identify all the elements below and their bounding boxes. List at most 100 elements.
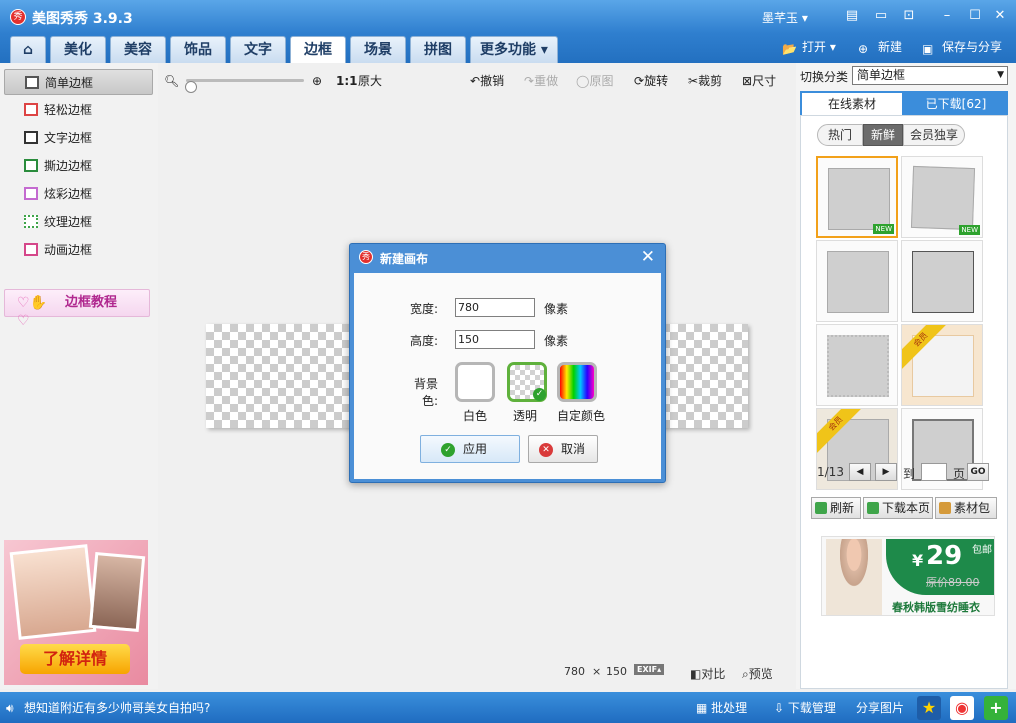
sidebar-item-label: 轻松边框	[44, 103, 93, 117]
skin-icon[interactable]: ▤	[843, 7, 861, 25]
zoom-in-icon[interactable]: ⊕	[312, 73, 322, 89]
refresh-button[interactable]: 刷新	[811, 497, 861, 519]
sidebar-item-animated[interactable]: 动画边框	[4, 237, 153, 263]
frame-preview	[828, 168, 890, 230]
speaker-icon: 🔊︎	[6, 701, 14, 715]
resize-button[interactable]: ⊠尺寸	[742, 73, 776, 89]
frame-thumbnail[interactable]	[816, 240, 898, 322]
frame-thumbnail[interactable]: NEW	[901, 156, 983, 238]
redo-button[interactable]: ↷重做	[524, 73, 558, 89]
batch-process-button[interactable]: ▦ 批处理	[696, 700, 747, 716]
save-share-button[interactable]: ▣ 保存与分享	[922, 38, 1002, 56]
zoom-slider[interactable]	[185, 79, 304, 93]
frame-thumbnail[interactable]: 会员	[901, 324, 983, 406]
preview-label: 预览	[748, 667, 773, 681]
close-icon[interactable]: ✕	[991, 7, 1009, 25]
user-menu[interactable]: 墨芊玉 ▾	[762, 9, 808, 26]
tab-collage[interactable]: 拼图	[410, 36, 466, 63]
chevron-down-icon: ▼	[997, 70, 1004, 80]
promo-slogan: 春秋韩版雪纺睡衣	[892, 601, 980, 614]
tab-beautify[interactable]: 美化	[50, 36, 106, 63]
width-input[interactable]: 780	[455, 298, 535, 317]
minimize-icon[interactable]: –	[938, 7, 956, 25]
sidebar-item-texture[interactable]: 纹理边框	[4, 209, 153, 235]
zoom-slider-handle[interactable]	[185, 81, 198, 93]
sidebar-item-torn[interactable]: 撕边边框	[4, 153, 153, 179]
open-button[interactable]: 📂 打开 ▾	[782, 38, 836, 56]
tab-more[interactable]: 更多功能 ▾	[470, 36, 558, 63]
learn-more-button[interactable]: 了解详情	[20, 644, 130, 674]
tab-scene[interactable]: 场景	[350, 36, 406, 63]
page-number-input[interactable]	[921, 463, 947, 481]
photo-thumbnail	[9, 544, 97, 640]
original-image-button[interactable]: ◯原图	[576, 73, 613, 89]
sidebar-item-simple[interactable]: 简单边框	[4, 69, 153, 95]
app-logo-icon: 秀	[10, 9, 26, 25]
canvas-toolbar: 🔍︎ ⊕ 1:1 原大 ↶撤销 ↷重做 ◯原图 ⟳旋转 ✂裁剪 ⊠尺寸	[158, 71, 796, 93]
filter-hot[interactable]: 热门	[817, 124, 863, 146]
promo-link[interactable]: 想知道附近有多少帅哥美女自拍吗?	[24, 700, 210, 716]
sidebar-item-label: 动画边框	[44, 243, 93, 257]
new-badge: NEW	[959, 225, 980, 235]
sidebar-item-label: 纹理边框	[44, 215, 93, 229]
promo-banner-right[interactable]: ¥ 29 包邮 原价89.00 春秋韩版雪纺睡衣	[821, 536, 995, 616]
tab-home[interactable]: ⌂	[10, 36, 46, 63]
preview-button[interactable]: ⌕预览	[742, 665, 773, 682]
next-page-button[interactable]: ▶	[875, 463, 897, 481]
menu-icon[interactable]: ⊡	[900, 7, 918, 25]
tab-beauty[interactable]: 美容	[110, 36, 166, 63]
frame-thumbnail[interactable]	[901, 240, 983, 322]
original-size-button[interactable]: 原大	[358, 73, 382, 89]
frame-thumbnail[interactable]: NEW	[816, 156, 898, 238]
feedback-icon[interactable]: ▭	[872, 7, 890, 25]
height-input[interactable]: 150	[455, 330, 535, 349]
promo-banner-left[interactable]: 了解详情	[4, 540, 148, 685]
actual-size-ratio[interactable]: 1:1	[336, 73, 358, 89]
cancel-button[interactable]: ✕ 取消	[528, 435, 598, 463]
star-icon[interactable]: ★	[917, 696, 941, 720]
bg-transparent-option[interactable]: ✓	[507, 362, 547, 402]
dialog-close-icon[interactable]: ✕	[641, 247, 655, 267]
download-page-button[interactable]: 下载本页	[863, 497, 933, 519]
tab-frame[interactable]: 边框	[290, 36, 346, 63]
frame-thumbnail[interactable]	[816, 324, 898, 406]
share-image-button[interactable]: 分享图片	[856, 700, 904, 716]
compare-button[interactable]: ◧对比	[690, 665, 725, 682]
bg-custom-color-option[interactable]	[557, 362, 597, 402]
sidebar-item-label: 炫彩边框	[44, 187, 93, 201]
exif-button[interactable]: EXIF▴	[634, 664, 665, 675]
rotate-button[interactable]: ⟳旋转	[634, 73, 668, 89]
zoom-out-icon[interactable]: 🔍︎	[164, 73, 179, 89]
crop-button[interactable]: ✂裁剪	[688, 73, 722, 89]
undo-label: 撤销	[480, 74, 505, 88]
home-icon: ⌂	[22, 42, 34, 58]
frame-tutorial-button[interactable]: ♡✋♡ 边框教程	[4, 289, 150, 329]
bg-transparent-label: 透明	[512, 409, 537, 423]
filter-fresh[interactable]: 新鲜	[863, 124, 903, 146]
sidebar-item-easy[interactable]: 轻松边框	[4, 97, 153, 123]
new-button[interactable]: ⊕ 新建	[858, 38, 902, 56]
sidebar-item-text[interactable]: 文字边框	[4, 125, 153, 151]
tab-downloaded[interactable]: 已下载[62]	[904, 93, 1008, 115]
filter-vip[interactable]: 会员独享	[903, 124, 965, 146]
undo-button[interactable]: ↶撤销	[470, 73, 504, 89]
tab-accessories[interactable]: 饰品	[170, 36, 226, 63]
maximize-icon[interactable]: ☐	[966, 7, 984, 25]
add-icon[interactable]: +	[984, 696, 1008, 720]
go-button[interactable]: GO	[967, 463, 989, 481]
check-circle-icon: ✓	[441, 443, 455, 457]
apply-button[interactable]: ✓ 应用	[420, 435, 520, 463]
download-manager-button[interactable]: ⇩ 下载管理	[774, 700, 836, 716]
weibo-icon[interactable]: ◉	[950, 696, 974, 720]
material-pack-button[interactable]: 素材包	[935, 497, 997, 519]
tab-text[interactable]: 文字	[230, 36, 286, 63]
crop-label: 裁剪	[698, 74, 723, 88]
sidebar-item-colorful[interactable]: 炫彩边框	[4, 181, 153, 207]
download-icon	[867, 502, 879, 514]
bg-white-option[interactable]	[455, 362, 495, 402]
category-select[interactable]: 简单边框 ▼	[852, 66, 1008, 85]
tab-online-materials[interactable]: 在线素材	[802, 93, 902, 115]
prev-page-button[interactable]: ◀	[849, 463, 871, 481]
width-unit: 像素	[544, 302, 569, 316]
username: 墨芊玉	[762, 11, 799, 25]
